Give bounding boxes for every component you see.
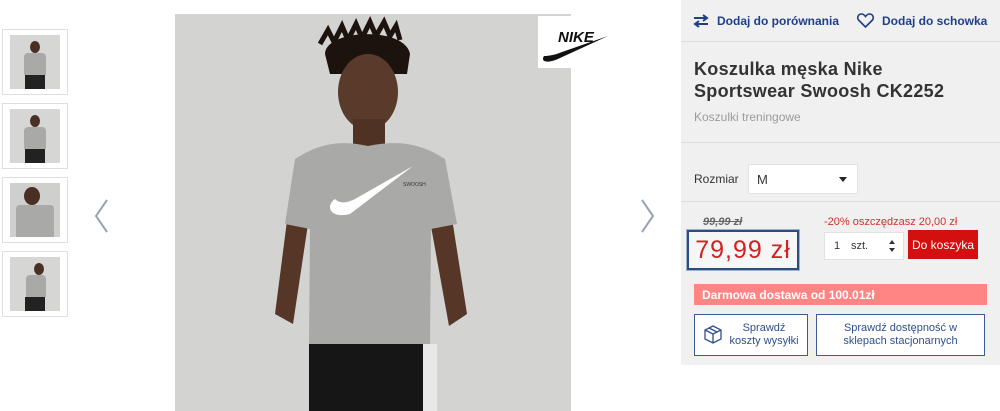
product-page: SWOOSH NIKE Dodaj do porównania Dodaj do… <box>0 0 1000 411</box>
thumbnail-image <box>10 109 60 163</box>
size-select-value: M <box>757 171 768 187</box>
free-shipping-banner: Darmowa dostawa od 100.01zł <box>694 284 987 305</box>
main-product-image: SWOOSH <box>175 14 571 411</box>
check-shipping-cost-button[interactable]: Sprawdź koszty wysyłki <box>694 314 808 356</box>
caret-down-icon <box>839 176 847 182</box>
product-info-panel: Dodaj do porównania Dodaj do schowka Kos… <box>681 0 1000 365</box>
thumbnail-list <box>2 29 70 325</box>
compare-arrows-icon <box>693 13 709 28</box>
price-area: 99,99 zł -20% oszczędzasz 20,00 zł 79,99… <box>681 202 1000 284</box>
thumbnail-image <box>10 257 60 311</box>
add-to-wishlist-label: Dodaj do schowka <box>882 13 988 28</box>
size-label: Rozmiar <box>694 172 739 186</box>
thumbnail-front[interactable] <box>2 29 68 95</box>
check-buttons: Sprawdź koszty wysyłki Sprawdź dostępnoś… <box>681 305 1000 356</box>
size-select[interactable]: M <box>748 164 858 194</box>
quantity-unit: szt. <box>851 240 869 252</box>
thumbnail-image <box>10 35 60 89</box>
shirt-print-text: SWOOSH <box>403 182 426 188</box>
brand-logo-text: NIKE <box>558 29 595 46</box>
box-icon <box>704 325 722 344</box>
add-to-compare-link[interactable]: Dodaj do porównania <box>693 14 839 28</box>
old-price: 99,99 zł <box>703 216 743 228</box>
check-shipping-cost-label: Sprawdź koszty wysyłki <box>729 322 799 347</box>
chevron-right-icon[interactable] <box>637 198 657 234</box>
quantity-value[interactable]: 1 <box>825 240 845 252</box>
top-links: Dodaj do porównania Dodaj do schowka <box>681 0 1000 41</box>
quantity-decrease-icon[interactable] <box>889 248 895 252</box>
add-to-compare-label: Dodaj do porównania <box>717 13 839 28</box>
chevron-left-icon[interactable] <box>92 198 112 234</box>
size-row: Rozmiar M <box>681 143 1000 201</box>
saving-text: -20% oszczędzasz 20,00 zł <box>824 216 958 228</box>
current-price: 79,99 zł <box>695 235 791 264</box>
thumbnail-closeup[interactable] <box>2 177 68 243</box>
heart-icon <box>857 13 874 28</box>
check-store-availability-button[interactable]: Sprawdź dostępność w sklepach stacjonarn… <box>816 314 985 356</box>
check-store-availability-label: Sprawdź dostępność w sklepach stacjonarn… <box>843 322 958 347</box>
brand-logo: NIKE <box>538 16 612 68</box>
thumbnail-back[interactable] <box>2 103 68 169</box>
product-category: Koszulki treningowe <box>694 110 801 124</box>
add-to-cart-button[interactable]: Do koszyka <box>908 230 978 259</box>
quantity-arrows <box>889 240 895 252</box>
price-box: 79,99 zł <box>687 230 799 270</box>
quantity-stepper[interactable]: 1 szt. <box>824 232 904 260</box>
thumbnail-image <box>10 183 60 237</box>
model-illustration: SWOOSH <box>175 14 571 411</box>
quantity-increase-icon[interactable] <box>889 240 895 244</box>
thumbnail-side[interactable] <box>2 251 68 317</box>
add-to-wishlist-link[interactable]: Dodaj do schowka <box>857 13 987 28</box>
product-title: Koszulka męska Nike Sportswear Swoosh CK… <box>694 59 945 101</box>
